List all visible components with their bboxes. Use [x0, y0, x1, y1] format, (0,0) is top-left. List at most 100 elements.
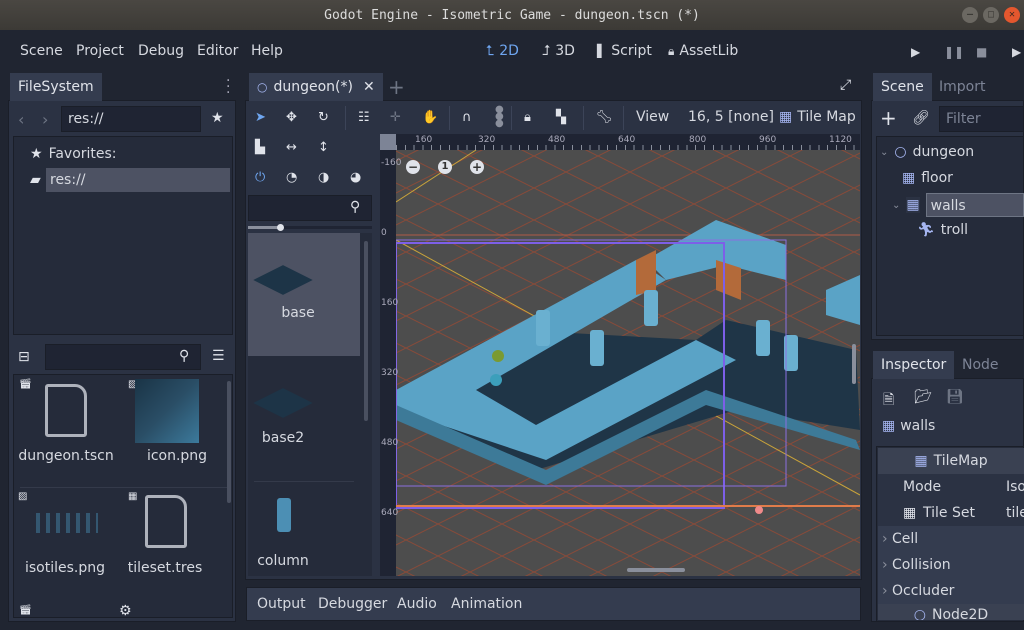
node2d-icon: ○ [257, 80, 268, 94]
file-item-isotiles[interactable]: ▨ isotiles.png [14, 488, 124, 598]
tile-item-column[interactable]: column [248, 481, 360, 576]
list-view-icon[interactable]: ☰ [212, 348, 225, 364]
tile-size-slider[interactable] [248, 224, 372, 231]
menu-editor[interactable]: Editor [197, 43, 238, 59]
favorite-star-icon[interactable]: ★ [211, 110, 224, 126]
move-tool-icon[interactable]: ✥ [286, 110, 297, 125]
tree-node-walls[interactable]: ⌄ ▦ walls [892, 193, 1024, 217]
mode-script-button[interactable]: ▌ Script [597, 43, 652, 59]
rotate-270-icon[interactable]: ◕ [350, 170, 361, 185]
stop-icon[interactable]: ■ [976, 45, 987, 59]
tab-dungeon-scene[interactable]: ○ dungeon(*) ✕ [249, 73, 383, 101]
menu-help[interactable]: Help [251, 43, 283, 59]
distraction-free-icon[interactable]: ⤢ [840, 77, 851, 93]
list-select-icon[interactable]: ☷ [358, 110, 370, 125]
tab-import[interactable]: Import [931, 73, 993, 101]
select-tool-icon[interactable]: ➤ [255, 110, 266, 125]
close-tab-icon[interactable]: ✕ [363, 73, 375, 101]
tile-item-base[interactable]: base [248, 233, 360, 356]
pan-tool-icon[interactable]: ✋ [422, 110, 438, 125]
tree-node-troll[interactable]: 🏃︎ troll [917, 222, 968, 238]
snap-options-icon[interactable]: ● ● ● [495, 105, 504, 129]
tile-item-base2[interactable]: base2 [248, 356, 360, 480]
back-icon[interactable]: ‹ [18, 110, 24, 129]
filter-nodes-input[interactable]: Filter nodes [939, 106, 1024, 151]
split-mode-icon[interactable]: ⊟ [18, 349, 30, 365]
tab-filesystem[interactable]: FileSystem [10, 73, 102, 101]
mode-2d-button[interactable]: ⮤ 2D [486, 43, 519, 59]
play-scene-icon[interactable]: ▶ [1012, 45, 1021, 59]
minimize-button[interactable]: – [962, 7, 978, 23]
mirror-x-icon[interactable]: ↔ [286, 140, 297, 155]
canvas-viewport[interactable]: 160 320 480 640 800 960 1120 -160 0 160 … [380, 134, 860, 576]
property-mode[interactable]: Mode Isometric [878, 474, 1024, 500]
rotate-0-icon[interactable]: ⏻ [255, 170, 265, 185]
dock-menu-icon[interactable]: · · · [226, 74, 230, 100]
rotate-tool-icon[interactable]: ↻ [318, 110, 329, 125]
close-window-button[interactable]: ✕ [1004, 7, 1020, 23]
collapse-arrow-icon[interactable]: ⌄ [892, 200, 900, 211]
menu-scene[interactable]: Scene [20, 43, 63, 59]
zoom-in-button[interactable]: + [470, 160, 484, 174]
group-occluder[interactable]: › Occluder [878, 578, 1024, 604]
save-icon[interactable]: 💾︎ [946, 389, 964, 405]
file-item-dungeon[interactable]: 🎬︎ dungeon.tscn [14, 375, 124, 485]
tab-animation[interactable]: Animation [451, 596, 522, 612]
bone-icon[interactable]: 🦴︎ [596, 110, 613, 125]
mode-value[interactable]: Isometric [1006, 474, 1024, 500]
menu-debug[interactable]: Debug [138, 43, 184, 59]
slider-handle[interactable] [277, 224, 284, 231]
file-search-input[interactable] [45, 344, 201, 370]
tab-node[interactable]: Node [954, 351, 1007, 379]
add-tab-icon[interactable]: + [388, 75, 405, 99]
open-folder-icon[interactable]: 📂︎ [914, 389, 932, 405]
maximize-button[interactable]: □ [983, 7, 999, 23]
tree-item-res[interactable]: ▰ res:// [30, 168, 230, 192]
tilemap-menu[interactable]: ▦ Tile Map [779, 109, 856, 125]
snap-icon[interactable]: ∩ [462, 110, 472, 125]
menu-project[interactable]: Project [76, 43, 124, 59]
favorites-item[interactable]: ★ Favorites: [30, 146, 117, 162]
group-cell[interactable]: › Cell [878, 526, 1024, 552]
pause-icon[interactable]: ❚❚ [944, 45, 964, 59]
tab-audio[interactable]: Audio [397, 596, 437, 612]
collapse-arrow-icon[interactable]: ⌄ [880, 147, 888, 158]
tile-palette-scrollbar[interactable] [364, 241, 368, 421]
section-node2d[interactable]: ○ Node2D [878, 604, 1024, 620]
rotate-90-icon[interactable]: ◔ [286, 170, 297, 185]
mode-3d-button[interactable]: ⮥ 3D [542, 43, 575, 59]
file-grid-scrollbar[interactable] [227, 381, 231, 503]
rotate-180-icon[interactable]: ◑ [318, 170, 329, 185]
vertical-scrollbar[interactable] [852, 344, 856, 384]
zoom-reset-button[interactable]: 1 [438, 160, 452, 174]
tab-inspector[interactable]: Inspector [873, 351, 955, 379]
ruler-label: 800 [689, 135, 707, 145]
link-icon[interactable]: 🔗︎ [912, 110, 930, 126]
tab-debugger[interactable]: Debugger [318, 596, 387, 612]
path-input[interactable]: res:// [61, 106, 201, 132]
horizontal-scrollbar[interactable] [627, 568, 685, 572]
section-tilemap[interactable]: ▦ TileMap [878, 448, 1024, 474]
add-node-icon[interactable]: + [880, 106, 897, 130]
new-resource-icon[interactable]: 🗎 [883, 389, 894, 413]
group-collision[interactable]: › Collision [878, 552, 1024, 578]
tileset-value[interactable]: tileset.tres [1006, 500, 1024, 526]
property-tileset[interactable]: ▦ Tile Set tileset.tres [878, 500, 1024, 526]
view-menu[interactable]: View [636, 109, 669, 125]
file-item-icon-png[interactable]: ▨ icon.png [124, 375, 232, 485]
play-icon[interactable]: ▶ [911, 45, 920, 59]
tile-picker-icon[interactable]: ▙ [255, 140, 265, 155]
zoom-out-button[interactable]: − [406, 160, 420, 174]
file-item-tileset[interactable]: ▦ tileset.tres [124, 488, 232, 598]
tree-node-dungeon[interactable]: ⌄ ○ dungeon [880, 144, 974, 160]
forward-icon[interactable]: › [42, 110, 48, 129]
tab-scene[interactable]: Scene [873, 73, 932, 101]
tree-node-floor[interactable]: ▦ floor [902, 170, 953, 186]
group-icon[interactable]: ▚ [556, 110, 566, 125]
mode-assetlib-button[interactable]: 🔒︎ AssetLib [668, 43, 738, 59]
mirror-y-icon[interactable]: ↕ [318, 140, 329, 155]
tab-output[interactable]: Output [257, 596, 306, 612]
pivot-tool-icon[interactable]: ✛ [390, 110, 401, 125]
lock-icon[interactable]: 🔒︎ [524, 110, 531, 125]
base-tile-thumb [253, 265, 313, 295]
